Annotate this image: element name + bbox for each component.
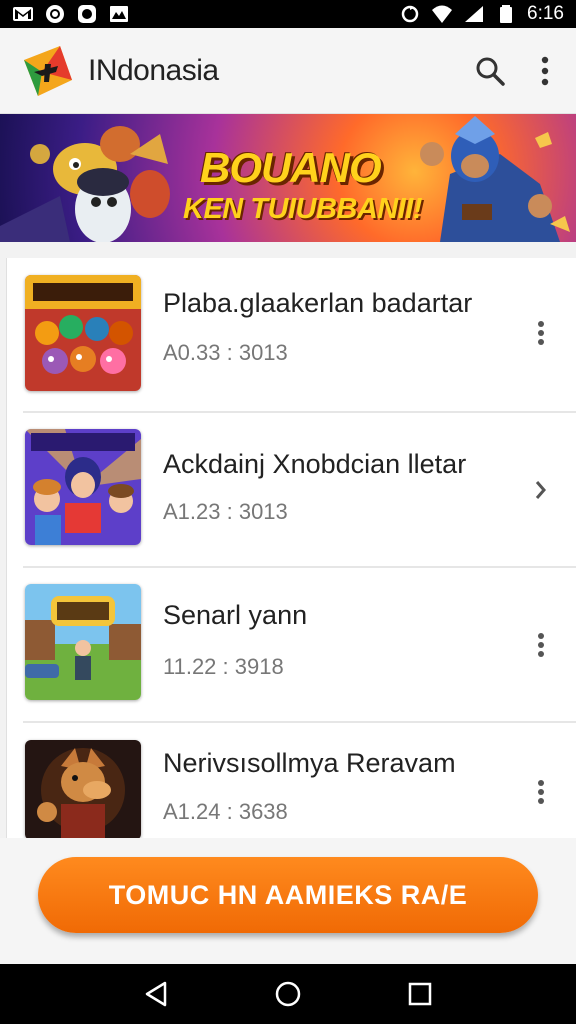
search-icon[interactable] [474,55,506,87]
signal-icon [463,4,485,24]
game-thumb-heroes [25,429,141,545]
game-thumb-monsters [25,275,141,391]
item-title: Plaba.glaakerlan badartar [163,288,473,318]
status-bar: 6:16 [0,0,576,28]
messenger-icon [76,4,98,24]
item-meta: A1.24 : 3638 [163,799,288,824]
gmail-icon [12,4,34,24]
wifi-icon [431,4,453,24]
chrome-icon [44,4,66,24]
item-more-vert-icon[interactable] [531,777,551,807]
game-thumb-warrior [25,740,141,840]
app-bar-actions [474,55,558,87]
item-more-vert-icon[interactable] [531,318,551,348]
status-time: 6:16 [527,3,564,24]
more-vert-icon[interactable] [540,55,550,87]
list-item[interactable]: Plaba.glaakerlan badartar A0.33 : 3013 [7,258,576,412]
photo-icon [108,4,130,24]
game-list: Plaba.glaakerlan badartar A0.33 : 3013 A… [6,258,576,840]
item-chevron-right-icon[interactable] [531,475,551,505]
system-icons: 6:16 [399,3,564,25]
notification-icons [12,4,130,24]
game-thumb-village [25,584,141,700]
list-item[interactable]: Senarl yann 11.22 : 3918 [7,568,576,722]
app-title: INdonasia [88,53,219,87]
recents-icon[interactable] [405,979,435,1009]
cta-button[interactable]: TOMUC HN AAMIEKS RA/E [38,857,538,933]
item-meta: A1.23 : 3013 [163,499,288,524]
item-more-vert-icon[interactable] [531,630,551,660]
sync-icon [399,4,421,24]
banner-subtitle: KEN TUIUBBANII! [183,193,423,225]
battery-icon [495,4,517,24]
promo-banner[interactable]: BOUANO KEN TUIUBBANII! [0,114,576,242]
item-meta: 11.22 : 3918 [163,654,284,679]
banner-title: BOUANO [200,144,382,191]
home-icon[interactable] [273,979,303,1009]
back-icon[interactable] [141,979,171,1009]
item-title: Senarl yann [163,600,308,630]
list-item[interactable]: Ackdainj Xnobdcian lletar A1.23 : 3013 [7,413,576,567]
item-meta: A0.33 : 3013 [163,340,288,365]
app-bar: INdonasia [0,28,576,114]
item-title: Nerivsısollmya Reravam [163,748,456,778]
item-title: Ackdainj Xnobdcian lletar [163,449,467,479]
app-logo-icon [18,42,76,100]
system-nav-bar [0,964,576,1024]
